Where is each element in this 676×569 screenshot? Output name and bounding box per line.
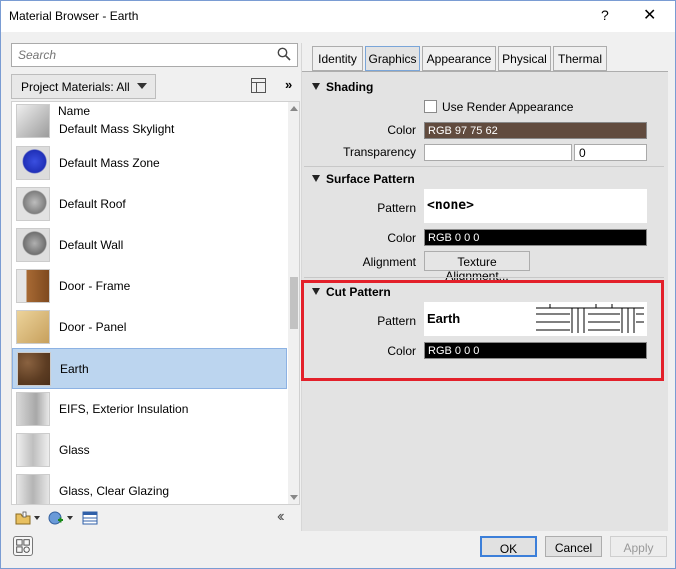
tab-appearance[interactable]: Appearance xyxy=(422,46,496,71)
use-render-appearance-checkbox[interactable] xyxy=(424,100,437,113)
shading-color-swatch[interactable]: RGB 97 75 62 xyxy=(424,122,647,139)
list-scrollbar[interactable] xyxy=(288,102,299,504)
cancel-button[interactable]: Cancel xyxy=(545,536,602,557)
material-name: Door - Panel xyxy=(59,320,127,334)
list-item[interactable]: Door - Panel xyxy=(12,307,287,348)
use-render-appearance-label: Use Render Appearance xyxy=(442,100,574,114)
surface-color-label: Color xyxy=(387,231,416,245)
material-browser-window: Material Browser - Earth ? ✕ Project Mat… xyxy=(0,0,676,569)
chevron-down-icon[interactable] xyxy=(34,516,40,520)
texture-alignment-button[interactable]: Texture Alignment... xyxy=(424,251,530,283)
material-thumbnail xyxy=(17,352,51,386)
material-name: Glass xyxy=(59,443,90,457)
alignment-label: Alignment xyxy=(362,255,416,269)
material-list: Name Default Mass Skylight Default Mass … xyxy=(11,101,300,505)
library-filter-label: Project Materials: All xyxy=(21,80,130,94)
search-icon[interactable] xyxy=(277,47,291,61)
material-assets-icon[interactable] xyxy=(13,536,33,556)
cut-pattern-box[interactable]: Earth xyxy=(424,302,647,336)
material-name: Default Roof xyxy=(59,197,126,211)
material-thumbnail xyxy=(16,433,50,467)
ok-button[interactable]: OK xyxy=(480,536,537,557)
material-name: Default Mass Skylight xyxy=(59,122,175,136)
tab-identity[interactable]: Identity xyxy=(312,46,363,71)
material-name: EIFS, Exterior Insulation xyxy=(59,402,189,416)
tab-physical[interactable]: Physical xyxy=(498,46,551,71)
material-name: Earth xyxy=(60,362,89,376)
close-button[interactable]: ✕ xyxy=(643,5,656,25)
tab-graphics[interactable]: Graphics xyxy=(365,46,420,71)
more-options-icon[interactable]: » xyxy=(285,77,292,92)
help-button[interactable]: ? xyxy=(601,7,609,23)
library-toolbar: ‹‹ xyxy=(11,507,300,529)
material-name: Default Mass Zone xyxy=(59,156,160,170)
list-item[interactable]: Default Mass Skylight xyxy=(12,102,287,142)
list-item[interactable]: Glass xyxy=(12,430,287,471)
chevron-down-icon xyxy=(137,83,147,89)
surface-pattern-value: <none> xyxy=(427,198,474,213)
cut-color-label: Color xyxy=(387,344,416,358)
graphics-tab-content: Shading Use Render Appearance Color RGB … xyxy=(301,71,668,531)
list-item[interactable]: Door - Frame xyxy=(12,266,287,307)
material-thumbnail xyxy=(16,310,50,344)
section-divider xyxy=(304,166,664,167)
window-title: Material Browser - Earth xyxy=(9,9,139,23)
list-item-selected[interactable]: Earth xyxy=(12,348,287,389)
list-item[interactable]: EIFS, Exterior Insulation xyxy=(12,389,287,430)
material-thumbnail xyxy=(16,228,50,262)
surface-pattern-box[interactable]: <none> xyxy=(424,189,647,223)
material-name: Door - Frame xyxy=(59,279,131,293)
transparency-label: Transparency xyxy=(343,145,416,159)
list-item[interactable]: Default Mass Zone xyxy=(12,143,287,184)
material-list-panel: Project Materials: All » Name Default Ma… xyxy=(11,43,300,531)
material-thumbnail xyxy=(16,104,50,138)
collapse-triangle-icon xyxy=(312,175,320,182)
chevron-down-icon[interactable] xyxy=(67,516,73,520)
create-material-icon[interactable] xyxy=(48,510,64,526)
search-box[interactable] xyxy=(11,43,298,67)
scroll-up-icon[interactable] xyxy=(290,106,298,111)
filter-bar: Project Materials: All » xyxy=(11,74,298,99)
collapse-triangle-icon xyxy=(312,83,320,90)
surface-pattern-label: Pattern xyxy=(377,201,416,215)
apply-button[interactable]: Apply xyxy=(610,536,667,557)
list-item[interactable]: Default Wall xyxy=(12,225,287,266)
tab-thermal[interactable]: Thermal xyxy=(553,46,607,71)
library-filter-dropdown[interactable]: Project Materials: All xyxy=(11,74,156,99)
earth-hatch-preview-icon xyxy=(536,304,644,333)
material-thumbnail xyxy=(16,187,50,221)
cut-color-swatch[interactable]: RGB 0 0 0 xyxy=(424,342,647,359)
open-library-icon[interactable] xyxy=(15,510,31,526)
material-thumbnail xyxy=(16,146,50,180)
list-item[interactable]: Default Roof xyxy=(12,184,287,225)
material-editor-panel: Identity Graphics Appearance Physical Th… xyxy=(301,43,668,531)
material-name: Glass, Clear Glazing xyxy=(59,484,170,498)
cut-pattern-label: Pattern xyxy=(377,314,416,328)
scrollbar-thumb[interactable] xyxy=(290,277,298,329)
scroll-down-icon[interactable] xyxy=(290,495,298,500)
section-divider xyxy=(304,277,664,278)
toggle-library-panel-icon[interactable] xyxy=(251,78,266,93)
material-name: Default Wall xyxy=(59,238,124,252)
material-thumbnail xyxy=(16,392,50,426)
transparency-input[interactable]: 0 xyxy=(574,144,647,161)
surface-color-swatch[interactable]: RGB 0 0 0 xyxy=(424,229,647,246)
collapse-panel-icon[interactable]: ‹‹ xyxy=(277,508,284,526)
cut-pattern-value: Earth xyxy=(427,311,461,326)
title-bar: Material Browser - Earth ? ✕ xyxy=(1,1,675,32)
material-thumbnail xyxy=(16,474,50,504)
asset-browser-icon[interactable] xyxy=(82,510,98,526)
transparency-slider[interactable] xyxy=(424,144,572,161)
list-item[interactable]: Glass, Clear Glazing xyxy=(12,471,287,504)
shading-color-label: Color xyxy=(387,123,416,137)
search-input[interactable] xyxy=(18,47,268,63)
material-thumbnail xyxy=(16,269,50,303)
collapse-triangle-icon xyxy=(312,288,320,295)
